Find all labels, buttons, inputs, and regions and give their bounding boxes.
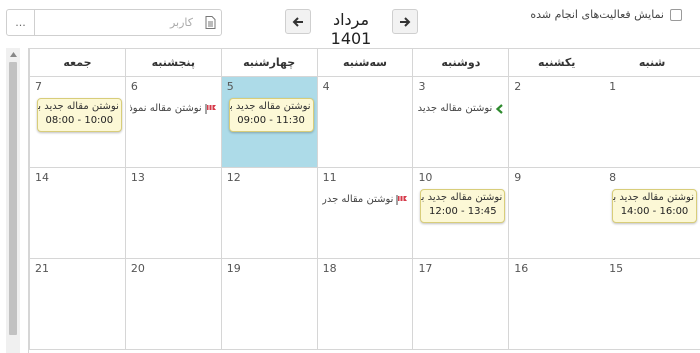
show-done-label: نمایش فعالیت‌های انجام شده — [530, 8, 664, 21]
event-card[interactable]: نوشتن مقاله جدید بر 08:00 - 10:00 — [36, 98, 122, 132]
event-card[interactable]: نوشتن مقاله جدید بر 09:00 - 11:30 — [228, 98, 314, 132]
calendar-day[interactable]: 2 — [508, 77, 605, 168]
calendar-day[interactable]: 10 نوشتن مقاله جدید بر 12:00 - 13:45 — [412, 168, 509, 259]
calendar-week: 1 2 3 نوشتن مقاله جدید 4 5 نوشتن مقاله جدید بر… — [29, 77, 700, 168]
calendar-day[interactable]: 7 نوشتن مقاله جدید بر 08:00 - 10:00 — [29, 77, 125, 168]
day-number: 2 — [514, 80, 522, 93]
scroll-thumb[interactable] — [9, 62, 17, 335]
event-time: 08:00 - 10:00 — [45, 115, 114, 126]
prev-month-button[interactable] — [285, 9, 311, 34]
day-number: 18 — [322, 262, 337, 275]
weekday-header-cell: یکشنبه — [508, 49, 605, 77]
calendar-week: 8 نوشتن مقاله جدید بر 14:00 - 16:00 9 10 نوشت… — [29, 168, 700, 259]
day-number: 3 — [418, 80, 426, 93]
day-number: 19 — [226, 262, 241, 275]
scroll-up-icon[interactable] — [6, 48, 20, 60]
event-card[interactable]: نوشتن مقاله جدید بر 14:00 - 16:00 — [612, 189, 697, 223]
day-number: 15 — [609, 262, 624, 275]
event-title: نوشتن مقاله جدید بر — [613, 192, 694, 203]
event-item[interactable]: نوشتن مقاله جدید — [417, 103, 504, 114]
calendar-day[interactable]: 13 — [124, 168, 221, 259]
weekday-header-cell: دوشنبه — [412, 49, 509, 77]
weekday-header-cell: سه‌شنبه — [316, 49, 413, 77]
scrollbar[interactable] — [6, 48, 20, 353]
calendar-day[interactable]: 11 نوشتن مقاله جدر — [316, 168, 413, 259]
month-title: مرداد 1401 — [330, 10, 372, 48]
calendar-day[interactable]: 8 نوشتن مقاله جدید بر 14:00 - 16:00 — [604, 168, 700, 259]
calendar-day[interactable]: 18 — [316, 259, 413, 350]
day-number: 14 — [35, 171, 50, 184]
calendar-day[interactable]: 3 نوشتن مقاله جدید — [412, 77, 509, 168]
event-item-label: نوشتن مقاله نموذ — [129, 103, 202, 114]
day-number: 10 — [418, 171, 433, 184]
arrow-left-icon — [292, 16, 303, 27]
day-number: 17 — [418, 262, 433, 275]
day-number: 5 — [226, 80, 234, 93]
day-number: 9 — [514, 171, 522, 184]
event-title: نوشتن مقاله جدید بر — [421, 192, 503, 203]
calendar-day[interactable]: 9 — [508, 168, 605, 259]
weekday-header-cell: چهارشنبه — [220, 49, 317, 77]
calendar-day[interactable]: 16 — [508, 259, 605, 350]
show-done-checkbox[interactable] — [670, 8, 682, 21]
event-item-label: نوشتن مقاله جدر — [321, 194, 394, 205]
event-item-label: نوشتن مقاله جدید — [417, 103, 493, 114]
day-number: 1 — [609, 80, 617, 93]
day-number: 4 — [322, 80, 330, 93]
day-number: 21 — [35, 262, 50, 275]
day-number: 11 — [322, 171, 337, 184]
flag-icon — [396, 194, 408, 205]
day-number: 8 — [609, 171, 617, 184]
event-time: 09:00 - 11:30 — [237, 115, 305, 126]
calendar-day[interactable]: 19 — [220, 259, 317, 350]
calendar-day[interactable]: 17 — [412, 259, 509, 350]
flag-icon — [205, 103, 217, 114]
event-time: 12:00 - 13:45 — [428, 206, 497, 217]
weekday-header-cell: شنبه — [604, 49, 700, 77]
arrow-right-icon — [400, 16, 411, 27]
day-number: 6 — [130, 80, 138, 93]
calendar-day[interactable]: 1 — [604, 77, 700, 168]
calendar-week: 15 16 17 18 19 20 21 — [29, 259, 700, 350]
more-button[interactable]: ... — [7, 10, 35, 35]
chevron-left-icon — [495, 103, 504, 114]
day-number: 7 — [35, 80, 43, 93]
day-number: 13 — [130, 171, 145, 184]
event-title: نوشتن مقاله جدید بر — [37, 101, 119, 112]
calendar-day[interactable]: 12 — [220, 168, 317, 259]
toolbar: ... مرداد 1401 نمایش فعالیت‌های انجام شد… — [0, 0, 700, 48]
month-calendar: شنبه یکشنبه دوشنبه سه‌شنبه چهارشنبه پنجشنبه جم… — [28, 48, 700, 353]
calendar-day-today[interactable]: 5 نوشتن مقاله جدید بر 09:00 - 11:30 — [220, 77, 317, 168]
event-card[interactable]: نوشتن مقاله جدید بر 12:00 - 13:45 — [420, 189, 506, 223]
weekday-header-cell: جمعه — [29, 49, 125, 77]
weekday-header: شنبه یکشنبه دوشنبه سه‌شنبه چهارشنبه پنجشنبه جم… — [29, 49, 700, 77]
calendar-day[interactable]: 14 — [29, 168, 125, 259]
document-icon[interactable] — [199, 16, 221, 29]
calendar-day[interactable]: 4 — [316, 77, 413, 168]
show-done-toggle[interactable]: نمایش فعالیت‌های انجام شده — [530, 8, 682, 21]
calendar-day[interactable]: 6 نوشتن مقاله نموذ — [124, 77, 221, 168]
calendar-day[interactable]: 21 — [29, 259, 125, 350]
user-filter: ... — [6, 9, 222, 36]
weekday-header-cell: پنجشنبه — [124, 49, 221, 77]
user-input[interactable] — [35, 10, 199, 35]
day-number: 16 — [514, 262, 529, 275]
event-time: 14:00 - 16:00 — [620, 206, 689, 217]
day-number: 20 — [130, 262, 145, 275]
event-title: نوشتن مقاله جدید بر — [229, 101, 311, 112]
event-item[interactable]: نوشتن مقاله نموذ — [130, 103, 217, 114]
next-month-button[interactable] — [392, 9, 418, 34]
day-number: 12 — [226, 171, 241, 184]
calendar-day[interactable]: 15 — [604, 259, 700, 350]
calendar-day[interactable]: 20 — [124, 259, 221, 350]
event-item[interactable]: نوشتن مقاله جدر — [322, 194, 409, 205]
